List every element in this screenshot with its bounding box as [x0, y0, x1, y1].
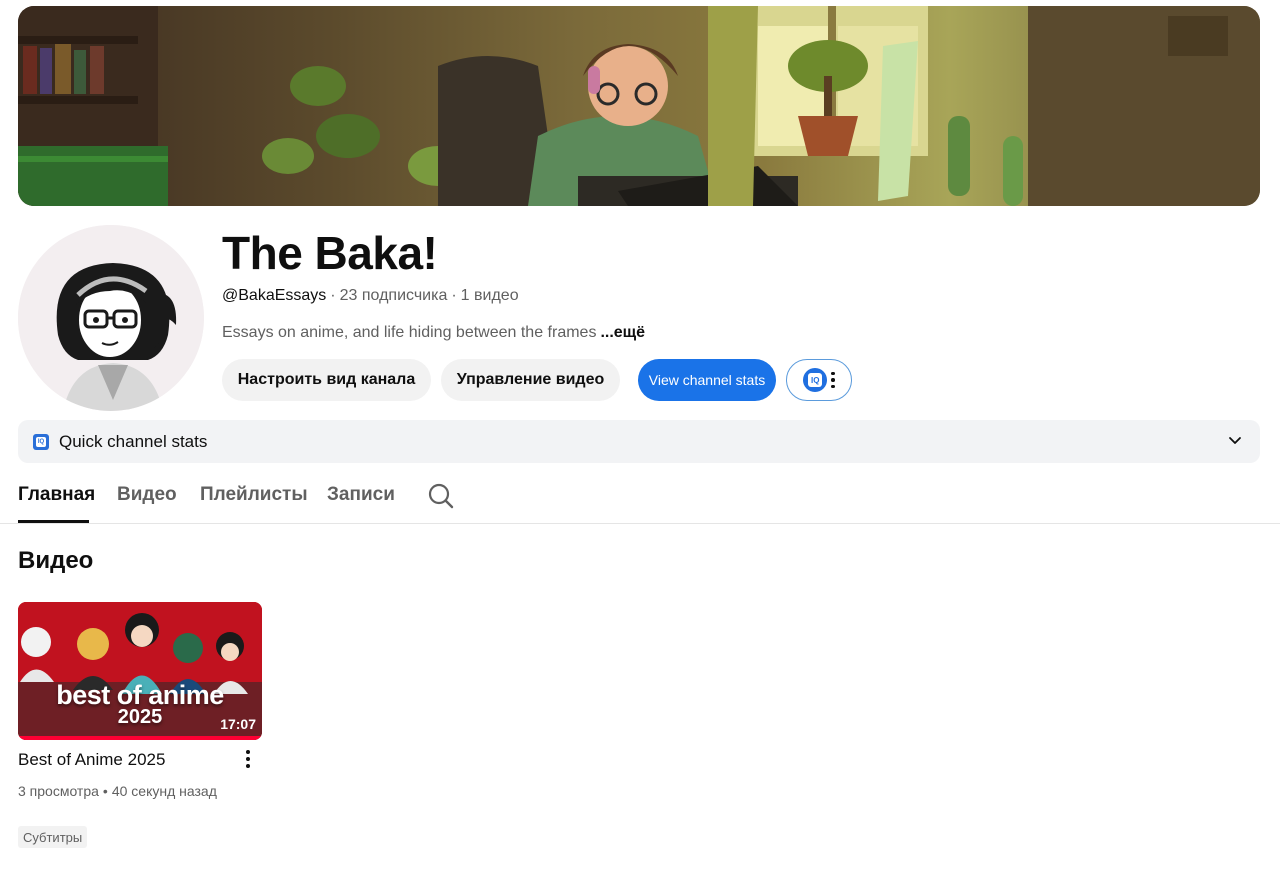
- description-text: Essays on anime, and life hiding between…: [222, 324, 597, 341]
- video-count: 1 видео: [460, 287, 519, 304]
- quick-channel-stats-bar[interactable]: IQ Quick channel stats: [18, 420, 1260, 463]
- separator-dot: ·: [451, 287, 457, 304]
- upload-age: 40 секунд назад: [111, 783, 217, 799]
- tabs-divider: [0, 523, 1280, 524]
- customize-channel-button[interactable]: Настроить вид канала: [222, 359, 431, 401]
- tab-videos[interactable]: Видео: [117, 484, 177, 506]
- channel-handle: @BakaEssays: [222, 287, 327, 304]
- channel-page: The Baka! @BakaEssays · 23 подписчика · 1 ви…: [0, 0, 1280, 875]
- tab-home[interactable]: Главная: [18, 484, 95, 506]
- video-meta: 3 просмотра • 40 секунд назад: [18, 783, 217, 799]
- channel-name: The Baka!: [222, 227, 438, 279]
- manage-videos-button[interactable]: Управление видео: [441, 359, 620, 401]
- watch-progress-bar: [18, 736, 262, 740]
- video-title[interactable]: Best of Anime 2025: [18, 750, 165, 770]
- subscriber-count: 23 подписчика: [339, 287, 448, 304]
- more-link[interactable]: ...ещё: [600, 324, 645, 341]
- separator-dot: ·: [330, 287, 336, 304]
- subtitles-badge: Субтитры: [18, 826, 88, 848]
- channel-avatar[interactable]: [18, 225, 204, 411]
- channel-meta: @BakaEssays · 23 подписчика · 1 видео: [222, 286, 519, 306]
- more-vert-icon: [831, 371, 835, 389]
- channel-description[interactable]: Essays on anime, and life hiding between…: [222, 323, 645, 343]
- search-icon[interactable]: [427, 482, 455, 510]
- chevron-down-icon[interactable]: [1228, 433, 1242, 447]
- channel-tabs: Главная Видео Плейлисты Записи: [0, 474, 1280, 524]
- video-duration: 17:07: [220, 716, 256, 732]
- channel-banner: [18, 6, 1260, 206]
- view-channel-stats-button[interactable]: View channel stats: [638, 359, 776, 401]
- view-count: 3 просмотра: [18, 783, 99, 799]
- tab-playlists[interactable]: Плейлисты: [200, 484, 308, 506]
- section-title: Видео: [18, 547, 94, 574]
- tab-posts[interactable]: Записи: [327, 484, 395, 506]
- video-more-icon[interactable]: [241, 748, 255, 770]
- iq-icon: IQ: [803, 368, 828, 392]
- iq-icon: IQ: [33, 433, 49, 450]
- quick-stats-label: Quick channel stats: [59, 431, 208, 451]
- separator-dot: •: [102, 783, 108, 799]
- extension-menu-button[interactable]: IQ: [786, 359, 852, 401]
- video-thumbnail[interactable]: best of anime 2025 17:07: [18, 602, 262, 740]
